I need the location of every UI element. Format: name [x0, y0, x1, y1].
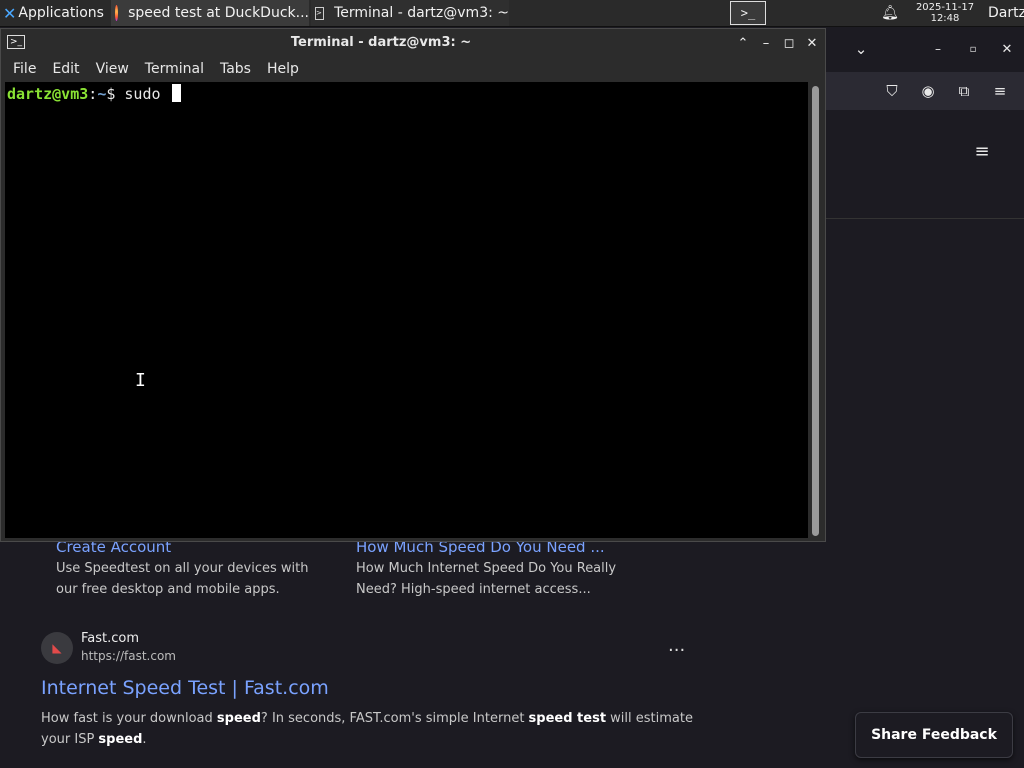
search-page-header: ≡ [826, 110, 1024, 219]
clock-date: 2025-11-17 [915, 2, 975, 13]
close-icon[interactable]: ✕ [996, 38, 1018, 60]
prompt-symbol: $ [106, 85, 116, 103]
menu-file[interactable]: File [13, 61, 36, 77]
task-firefox-window[interactable]: speed test at DuckDuck... [111, 0, 309, 26]
prompt-path: ~ [97, 85, 107, 103]
browser-toolbar: ⛉ ◉ ⧉ ≡ [826, 72, 1024, 110]
maximize-icon[interactable]: ◻ [779, 33, 799, 53]
clock[interactable]: 2025-11-17 12:48 [908, 0, 982, 26]
prompt-separator: : [88, 85, 98, 103]
tab-list-chevron-icon[interactable]: ⌄ [850, 38, 872, 60]
hamburger-menu-icon[interactable]: ≡ [989, 80, 1011, 102]
page-menu-icon[interactable]: ≡ [971, 140, 993, 162]
notifications-button[interactable]: 🔔︎ [880, 0, 900, 26]
result-url[interactable]: https://fast.com [81, 649, 176, 663]
terminal-output[interactable]: dartz@vm3:~$ sudo I [5, 82, 808, 538]
text-cursor [171, 84, 181, 102]
menu-tabs[interactable]: Tabs [220, 61, 251, 77]
close-icon[interactable]: ✕ [802, 33, 822, 53]
task-terminal-window[interactable]: > Terminal - dartz@vm3: ~ [311, 0, 509, 26]
task-label: Terminal - dartz@vm3: ~ [334, 5, 509, 21]
terminal-menubar: File Edit View Terminal Tabs Help [1, 57, 825, 81]
terminal-icon: > [315, 6, 325, 20]
account-icon[interactable]: ◉ [917, 80, 939, 102]
bell-icon: 🔔︎ [881, 5, 899, 21]
menu-help[interactable]: Help [267, 61, 299, 77]
share-feedback-button[interactable]: Share Feedback [855, 712, 1013, 758]
mouse-ibeam-icon: I [135, 370, 146, 391]
minimize-icon[interactable]: – [927, 38, 949, 60]
terminal-scrollbar[interactable] [809, 82, 823, 538]
result-title-link[interactable]: Internet Speed Test | Fast.com [41, 677, 329, 699]
firefox-icon [115, 5, 119, 21]
command-text: sudo [124, 85, 170, 103]
speedometer-icon: ◣ [52, 641, 62, 655]
minimize-icon[interactable]: – [756, 33, 776, 53]
fast-favicon: ◣ [41, 632, 73, 664]
menu-terminal[interactable]: Terminal [145, 61, 204, 77]
top-panel: ✕ Applications ⁝ speed test at DuckDuck.… [0, 0, 1024, 27]
task-label: speed test at DuckDuck... [128, 5, 309, 21]
pocket-icon[interactable]: ⛉ [881, 80, 903, 102]
menu-edit[interactable]: Edit [52, 61, 79, 77]
prompt-user: dartz@vm3 [7, 85, 89, 103]
scrollbar-thumb[interactable] [812, 86, 819, 536]
terminal-window[interactable]: >_ Terminal - dartz@vm3: ~ ⌃ – ◻ ✕ File … [0, 28, 826, 542]
result-description: How fast is your download speed? In seco… [41, 711, 693, 747]
result-description: Use Speedtest on all your devices with o… [56, 561, 309, 597]
browser-tab-strip: ⌄ – ▫ ✕ [826, 27, 1024, 72]
applications-menu-button[interactable]: ✕ Applications ⁝ [2, 0, 108, 26]
user-menu-button[interactable]: Dartz [988, 0, 1024, 26]
shade-icon[interactable]: ⌃ [733, 33, 753, 53]
prompt-line: dartz@vm3:~$ sudo [7, 84, 181, 103]
terminal-titlebar[interactable]: >_ Terminal - dartz@vm3: ~ ⌃ – ◻ ✕ [1, 29, 825, 57]
terminal-icon: >_ [740, 6, 756, 20]
xfce-logo-icon: ✕ [3, 3, 17, 23]
clock-time: 12:48 [930, 13, 960, 24]
maximize-icon[interactable]: ▫ [962, 38, 984, 60]
extensions-icon[interactable]: ⧉ [953, 80, 975, 102]
result-site-name[interactable]: Fast.com [81, 631, 139, 646]
result-description: How Much Internet Speed Do You Really Ne… [356, 561, 617, 597]
terminal-launcher-button[interactable]: >_ [730, 1, 766, 25]
window-title: Terminal - dartz@vm3: ~ [290, 35, 472, 50]
applications-label: Applications [18, 5, 104, 21]
more-options-icon[interactable]: ··· [668, 640, 685, 661]
menu-view[interactable]: View [96, 61, 129, 77]
